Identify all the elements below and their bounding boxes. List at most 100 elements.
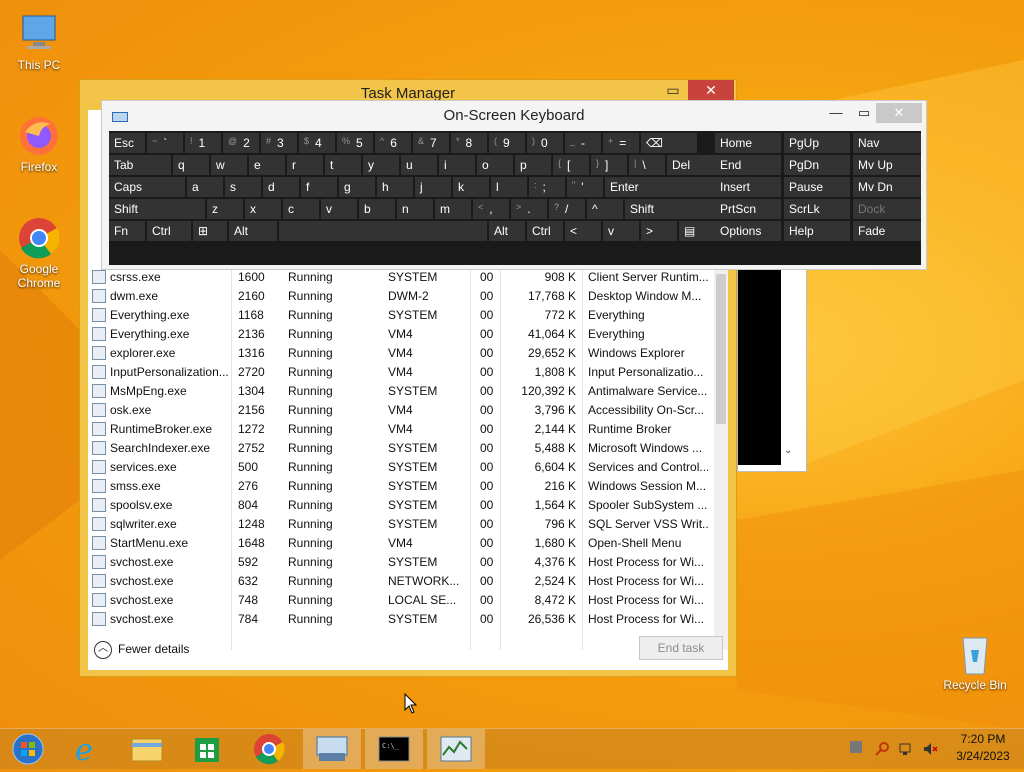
- key-dock[interactable]: Dock: [853, 199, 921, 219]
- key-nav[interactable]: Nav: [853, 133, 921, 153]
- key-symbol[interactable]: :;: [529, 177, 565, 197]
- key-m[interactable]: m: [435, 199, 471, 219]
- key-pgup[interactable]: PgUp: [784, 133, 850, 153]
- table-row[interactable]: explorer.exe 1316 Running VM4 00 29,652 K Wind…: [88, 344, 714, 363]
- key-symbol[interactable]: _ -: [565, 133, 601, 153]
- table-row[interactable]: MsMpEng.exe 1304 Running SYSTEM 00 120,392 KA…: [88, 382, 714, 401]
- key-w[interactable]: w: [211, 155, 247, 175]
- table-row[interactable]: spoolsv.exe 804 Running SYSTEM 00 1,564 K Spoo…: [88, 496, 714, 515]
- key-mv-up[interactable]: Mv Up: [853, 155, 921, 175]
- table-row[interactable]: services.exe 500 Running SYSTEM 00 6,604 K Ser…: [88, 458, 714, 477]
- key-fade[interactable]: Fade: [853, 221, 921, 241]
- table-row[interactable]: svchost.exe 632 Running NETWORK... 00 2,524 K…: [88, 572, 714, 591]
- key-q[interactable]: q: [173, 155, 209, 175]
- key-i[interactable]: i: [439, 155, 475, 175]
- key-symbol[interactable]: | \: [629, 155, 665, 175]
- tray-action-center-icon[interactable]: [850, 741, 862, 753]
- table-row[interactable]: csrss.exe 1600 Running SYSTEM 00 908 K Client …: [88, 268, 714, 287]
- scrollbar-thumb[interactable]: [716, 274, 726, 424]
- maximize-icon[interactable]: ▭: [852, 103, 876, 123]
- key-pause[interactable]: Pause: [784, 177, 850, 197]
- key-Alt[interactable]: Alt: [489, 221, 525, 241]
- key-Alt[interactable]: Alt: [229, 221, 277, 241]
- key-u[interactable]: u: [401, 155, 437, 175]
- table-row[interactable]: svchost.exe 592 Running SYSTEM 00 4,376 K Host…: [88, 553, 714, 572]
- table-row[interactable]: Everything.exe 1168 Running SYSTEM 00 772 K Ev…: [88, 306, 714, 325]
- table-row[interactable]: InputPersonalization... 2720 Running VM4 00 1…: [88, 363, 714, 382]
- key-4[interactable]: $4: [299, 133, 335, 153]
- taskbar-file-explorer[interactable]: [118, 729, 176, 769]
- key-0[interactable]: ) 0: [527, 133, 563, 153]
- key-3[interactable]: #3: [261, 133, 297, 153]
- key-Fn[interactable]: Fn: [109, 221, 145, 241]
- key-symbol[interactable]: " ': [567, 177, 603, 197]
- key-a[interactable]: a: [187, 177, 223, 197]
- system-clock[interactable]: 7:20 PM 3/24/2023: [948, 731, 1018, 765]
- key-Del[interactable]: Del: [667, 155, 719, 175]
- key-l[interactable]: l: [491, 177, 527, 197]
- key-1[interactable]: ! 1: [185, 133, 221, 153]
- key-Tab[interactable]: Tab: [109, 155, 171, 175]
- tray-network-icon[interactable]: [898, 741, 914, 757]
- key-r[interactable]: r: [287, 155, 323, 175]
- desktop-icon-chrome[interactable]: Google Chrome: [4, 216, 74, 290]
- key-6[interactable]: ^ 6: [375, 133, 411, 153]
- key-Caps[interactable]: Caps: [109, 177, 185, 197]
- minimize-icon[interactable]: —: [824, 103, 848, 123]
- key-symbol[interactable]: ^: [587, 199, 623, 219]
- key-symbol[interactable]: {[: [553, 155, 589, 175]
- table-row[interactable]: svchost.exe 784 Running SYSTEM 00 26,536 K Hos…: [88, 610, 714, 629]
- key-Esc[interactable]: Esc: [109, 133, 145, 153]
- tray-search-icon[interactable]: [874, 741, 890, 757]
- fewer-details-button[interactable]: ︿ Fewer details: [94, 638, 189, 660]
- table-row[interactable]: smss.exe 276 Running SYSTEM 00 216 K Windows S…: [88, 477, 714, 496]
- key-symbol[interactable]: <: [565, 221, 601, 241]
- key-symbol[interactable]: >: [641, 221, 677, 241]
- key-g[interactable]: g: [339, 177, 375, 197]
- key-pgdn[interactable]: PgDn: [784, 155, 850, 175]
- key-end[interactable]: End: [715, 155, 781, 175]
- key-2[interactable]: @2: [223, 133, 259, 153]
- key-mv-dn[interactable]: Mv Dn: [853, 177, 921, 197]
- key-d[interactable]: d: [263, 177, 299, 197]
- key-b[interactable]: b: [359, 199, 395, 219]
- key-symbol[interactable]: ? /: [549, 199, 585, 219]
- key-symbol[interactable]: + =: [603, 133, 639, 153]
- table-row[interactable]: svchost.exe 748 Running LOCAL SE... 00 8,472 …: [88, 591, 714, 610]
- key-v[interactable]: v: [321, 199, 357, 219]
- vertical-scrollbar[interactable]: [714, 270, 728, 650]
- close-icon[interactable]: ✕: [688, 80, 734, 102]
- key-c[interactable]: c: [283, 199, 319, 219]
- console-window[interactable]: ⌄: [737, 258, 807, 472]
- table-row[interactable]: sqlwriter.exe 1248 Running SYSTEM 00 796 K SQL…: [88, 515, 714, 534]
- key-9[interactable]: (9: [489, 133, 525, 153]
- end-task-button[interactable]: End task: [639, 636, 723, 660]
- key-Shift[interactable]: Shift: [109, 199, 205, 219]
- key-x[interactable]: x: [245, 199, 281, 219]
- table-row[interactable]: SearchIndexer.exe 2752 Running SYSTEM 00 5,48…: [88, 439, 714, 458]
- key-e[interactable]: e: [249, 155, 285, 175]
- key-space[interactable]: [279, 221, 487, 241]
- minimize-icon[interactable]: ▭: [658, 80, 688, 102]
- close-icon[interactable]: ✕: [876, 103, 922, 123]
- taskbar-command-prompt[interactable]: C:\_: [365, 729, 423, 769]
- key-Enter[interactable]: Enter: [605, 177, 715, 197]
- key-symbol[interactable]: <,: [473, 199, 509, 219]
- taskbar-store[interactable]: [178, 729, 236, 769]
- key-symbol[interactable]: }]: [591, 155, 627, 175]
- table-row[interactable]: StartMenu.exe 1648 Running VM4 00 1,680 K Open…: [88, 534, 714, 553]
- key-k[interactable]: k: [453, 177, 489, 197]
- tray-volume-muted-icon[interactable]: [922, 741, 938, 757]
- key-symbol[interactable]: ⊞: [193, 221, 227, 241]
- key-scrlk[interactable]: ScrLk: [784, 199, 850, 219]
- taskbar-task-manager[interactable]: [427, 729, 485, 769]
- key-p[interactable]: p: [515, 155, 551, 175]
- key-s[interactable]: s: [225, 177, 261, 197]
- key-v[interactable]: v: [603, 221, 639, 241]
- key-options[interactable]: Options: [715, 221, 781, 241]
- key-home[interactable]: Home: [715, 133, 781, 153]
- table-row[interactable]: osk.exe 2156 Running VM4 00 3,796 K Accessibil…: [88, 401, 714, 420]
- key-z[interactable]: z: [207, 199, 243, 219]
- key-symbol[interactable]: ~ `: [147, 133, 183, 153]
- table-row[interactable]: Everything.exe 2136 Running VM4 00 41,064 K Ev…: [88, 325, 714, 344]
